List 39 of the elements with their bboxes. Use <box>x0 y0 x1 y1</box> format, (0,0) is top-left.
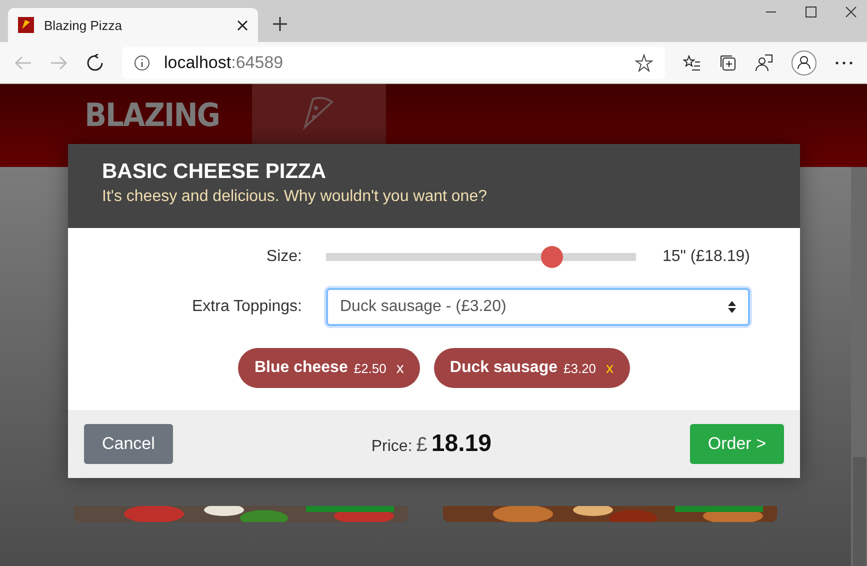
remove-topping-button[interactable]: x <box>392 360 404 376</box>
toppings-label: Extra Toppings: <box>191 298 302 316</box>
toppings-dropdown[interactable]: Duck sausage - (£3.20) <box>326 288 750 326</box>
pizza-icon <box>18 17 34 33</box>
topping-name: Duck sausage <box>450 359 558 377</box>
maximize-icon[interactable] <box>805 6 817 18</box>
feedback-icon[interactable] <box>755 54 773 72</box>
topping-name: Blue cheese <box>254 359 348 377</box>
close-icon[interactable] <box>845 6 857 18</box>
more-icon[interactable] <box>835 60 853 64</box>
browser-tab[interactable]: Blazing Pizza <box>8 8 258 42</box>
size-label: Size: <box>265 248 302 266</box>
cancel-button[interactable]: Cancel <box>84 424 173 464</box>
size-value: 15" (£18.19) <box>662 248 750 266</box>
price-value: 18.19 <box>431 430 492 458</box>
close-icon[interactable] <box>237 20 248 30</box>
topping-price: £3.20 <box>564 360 596 376</box>
currency-symbol: £ <box>416 434 428 457</box>
dialog-title: BASIC CHEESE PIZZA <box>102 160 328 184</box>
dialog-subtitle: It's cheesy and delicious. Why wouldn't you want one? <box>102 188 488 206</box>
order-button[interactable]: Order > <box>690 424 784 464</box>
favorites-icon[interactable] <box>683 54 701 72</box>
remove-topping-button[interactable]: x <box>602 360 614 376</box>
dropdown-arrows-icon <box>728 301 736 313</box>
profile-icon[interactable] <box>791 50 817 76</box>
price-label: Price: <box>371 438 412 456</box>
star-icon[interactable] <box>635 54 653 72</box>
topping-price: £2.50 <box>354 360 386 376</box>
scrollbar[interactable] <box>851 167 867 566</box>
refresh-icon[interactable] <box>86 54 104 72</box>
address-bar[interactable]: localhost:64589 <box>122 46 665 78</box>
new-tab-icon[interactable] <box>272 16 288 32</box>
logo-text[interactable]: BLAZING <box>84 96 220 134</box>
info-icon <box>134 54 150 70</box>
slider-thumb[interactable] <box>541 246 564 268</box>
url-text: localhost:64589 <box>164 52 284 72</box>
collections-icon[interactable] <box>719 54 737 72</box>
pizza-slice-icon <box>302 96 336 130</box>
tab-title: Blazing Pizza <box>44 18 124 32</box>
